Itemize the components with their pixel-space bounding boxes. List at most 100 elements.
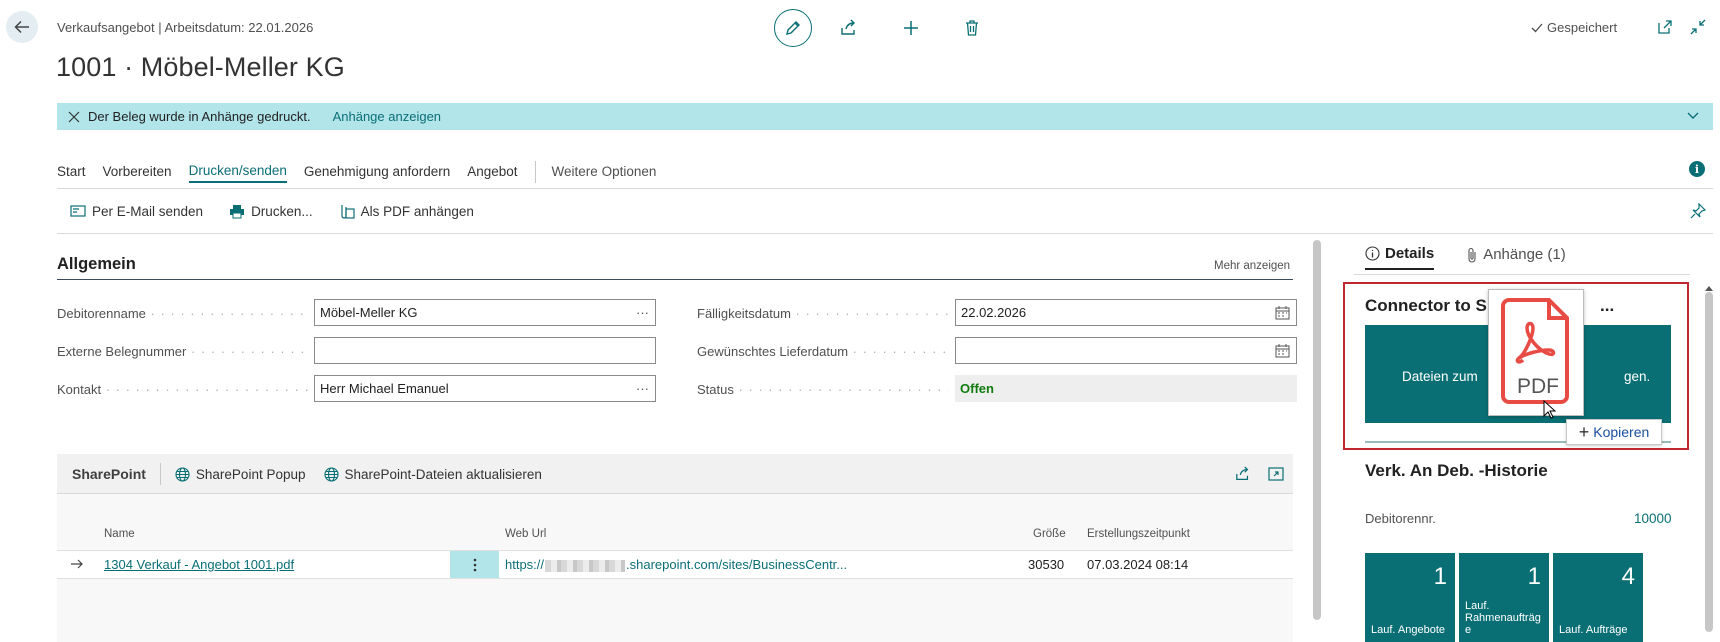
share-button[interactable] [838, 17, 860, 39]
column-header-size[interactable]: Größe [1033, 528, 1066, 540]
back-button[interactable] [6, 11, 38, 43]
kontakt-value: Herr Michael Emanuel [320, 381, 449, 396]
faelligkeitsdatum-field[interactable]: 22.02.2026 [955, 299, 1297, 326]
cue-running-quotes[interactable]: 1 Lauf. Angebote [1365, 553, 1455, 642]
sharepoint-separator [159, 463, 161, 485]
lookup-ellipsis-icon[interactable]: ··· [636, 381, 649, 396]
web-url-prefix: https:// [505, 557, 545, 572]
sub-actions: Per E-Mail senden Drucken... Als PDF anh… [70, 203, 500, 219]
factbox-tab-divider [1354, 274, 1690, 275]
column-header-weburl[interactable]: Web Url [505, 528, 546, 540]
calendar-icon[interactable] [1275, 344, 1290, 358]
pin-icon [1690, 203, 1706, 219]
tab-attachments[interactable]: Anhänge (1) [1466, 246, 1566, 269]
externe-belegnummer-field[interactable] [314, 337, 656, 364]
main-scrollbar[interactable] [1313, 240, 1321, 620]
sharepoint-popup-button[interactable]: SharePoint Popup [175, 467, 306, 482]
sharepoint-refresh-button[interactable]: SharePoint-Dateien aktualisieren [323, 466, 542, 482]
debitorenname-field[interactable]: Möbel-Meller KG ··· [314, 299, 656, 326]
pencil-icon [786, 21, 800, 35]
tab-details-label: Details [1385, 245, 1435, 262]
file-size: 30530 [1028, 557, 1065, 572]
share-icon [841, 19, 855, 35]
cue-blanket-orders[interactable]: 1 Lauf. Rahmenaufträg e [1459, 553, 1549, 642]
lieferdatum-field[interactable] [955, 337, 1297, 364]
plus-icon: + [1578, 422, 1590, 442]
column-header-created[interactable]: Erstellungszeitpunkt [1087, 528, 1190, 540]
cue-value: 1 [1527, 563, 1541, 590]
saved-label: Gespeichert [1547, 20, 1618, 35]
tab-weitere-optionen[interactable]: Weitere Optionen [552, 162, 657, 182]
delete-button[interactable] [961, 17, 983, 39]
cue-value: 1 [1433, 563, 1447, 590]
open-new-window-button[interactable] [1657, 19, 1673, 35]
trash-icon [966, 20, 978, 36]
factbox-scrollbar[interactable] [1705, 292, 1713, 632]
kontakt-label: Kontakt [57, 382, 309, 397]
kontakt-field[interactable]: Herr Michael Emanuel ··· [314, 375, 656, 402]
new-button[interactable] [900, 17, 922, 39]
globe-icon [175, 466, 190, 482]
connector-title-end: ... [1600, 296, 1615, 315]
sharepoint-popup-label: SharePoint Popup [195, 466, 306, 482]
print-label: Drucken... [251, 203, 313, 219]
tab-drucken-senden[interactable]: Drucken/senden [188, 161, 287, 183]
chevron-down-icon[interactable] [1687, 111, 1699, 121]
globe-icon [323, 466, 339, 482]
tabs-divider [57, 188, 1713, 189]
pin-button[interactable] [1690, 203, 1706, 219]
collapse-icon [1690, 19, 1706, 35]
column-header-name[interactable]: Name [104, 528, 135, 540]
info-icon[interactable]: i [1689, 161, 1705, 177]
mouse-cursor-icon [1543, 400, 1557, 420]
saved-status: Gespeichert [1530, 20, 1617, 35]
status-label: Status [697, 382, 949, 397]
file-name-link[interactable]: 1304 Verkauf - Angebot 1001.pdf [104, 557, 294, 572]
show-more-link[interactable]: Mehr anzeigen [1214, 260, 1290, 272]
scroll-up-icon[interactable] [1704, 284, 1714, 292]
status-value: Offen [960, 381, 994, 396]
open-new-window-icon [1658, 20, 1672, 34]
printer-icon [230, 204, 245, 218]
pdf-icon-label: PDF [1517, 375, 1559, 398]
dragged-pdf-file[interactable]: PDF [1488, 289, 1584, 416]
tab-start[interactable]: Start [57, 162, 86, 182]
email-send-button[interactable]: Per E-Mail senden [70, 204, 203, 219]
collapse-button[interactable] [1690, 19, 1706, 35]
more-vertical-icon [473, 558, 476, 571]
calendar-icon[interactable] [1275, 306, 1290, 320]
tab-angebot[interactable]: Angebot [467, 162, 517, 182]
expand-icon [1268, 467, 1284, 481]
sharepoint-share-button[interactable] [1235, 466, 1251, 482]
externe-belegnummer-label: Externe Belegnummer [57, 344, 309, 359]
attach-pdf-icon [340, 205, 355, 219]
history-title: Verk. An Deb. -Historie [1365, 461, 1548, 480]
page-title: 1001 · Möbel-Meller KG [56, 52, 345, 82]
cue-running-orders[interactable]: 4 Lauf. Aufträge [1553, 553, 1643, 642]
lookup-ellipsis-icon[interactable]: ··· [636, 305, 649, 320]
web-url-link[interactable]: https:// .sharepoint.com/sites/BusinessCe… [505, 557, 847, 572]
tab-genehmigung[interactable]: Genehmigung anfordern [304, 162, 450, 182]
show-attachments-link[interactable]: Anhänge anzeigen [333, 109, 441, 124]
row-actions-button[interactable] [450, 551, 499, 578]
section-title-allgemein: Allgemein [57, 255, 136, 273]
print-button[interactable]: Drucken... [229, 204, 313, 219]
email-icon [70, 205, 86, 217]
tab-attachments-label: Anhänge (1) [1483, 246, 1566, 263]
attach-pdf-button[interactable]: Als PDF anhängen [339, 203, 474, 219]
close-icon[interactable] [68, 111, 80, 123]
sharepoint-header: SharePoint SharePoint Popup SharePoint-D… [57, 454, 1293, 494]
email-send-label: Per E-Mail senden [92, 203, 204, 219]
sharepoint-title: SharePoint [72, 466, 146, 482]
debitor-number-link[interactable]: 10000 [1634, 511, 1672, 526]
sharepoint-expand-button[interactable] [1268, 466, 1284, 482]
cue-label: Lauf. Aufträge [1559, 624, 1628, 636]
edit-button[interactable] [774, 9, 812, 47]
row-indicator-arrow-icon [70, 559, 84, 569]
drop-zone-text: Dateien zum [1402, 369, 1478, 384]
drop-zone-text-end: gen. [1624, 369, 1651, 384]
info-circle-icon [1365, 246, 1380, 261]
tab-vorbereiten[interactable]: Vorbereiten [103, 162, 172, 182]
cue-label: Lauf. Rahmenaufträg e [1465, 600, 1541, 636]
tab-details[interactable]: Details [1365, 245, 1435, 270]
